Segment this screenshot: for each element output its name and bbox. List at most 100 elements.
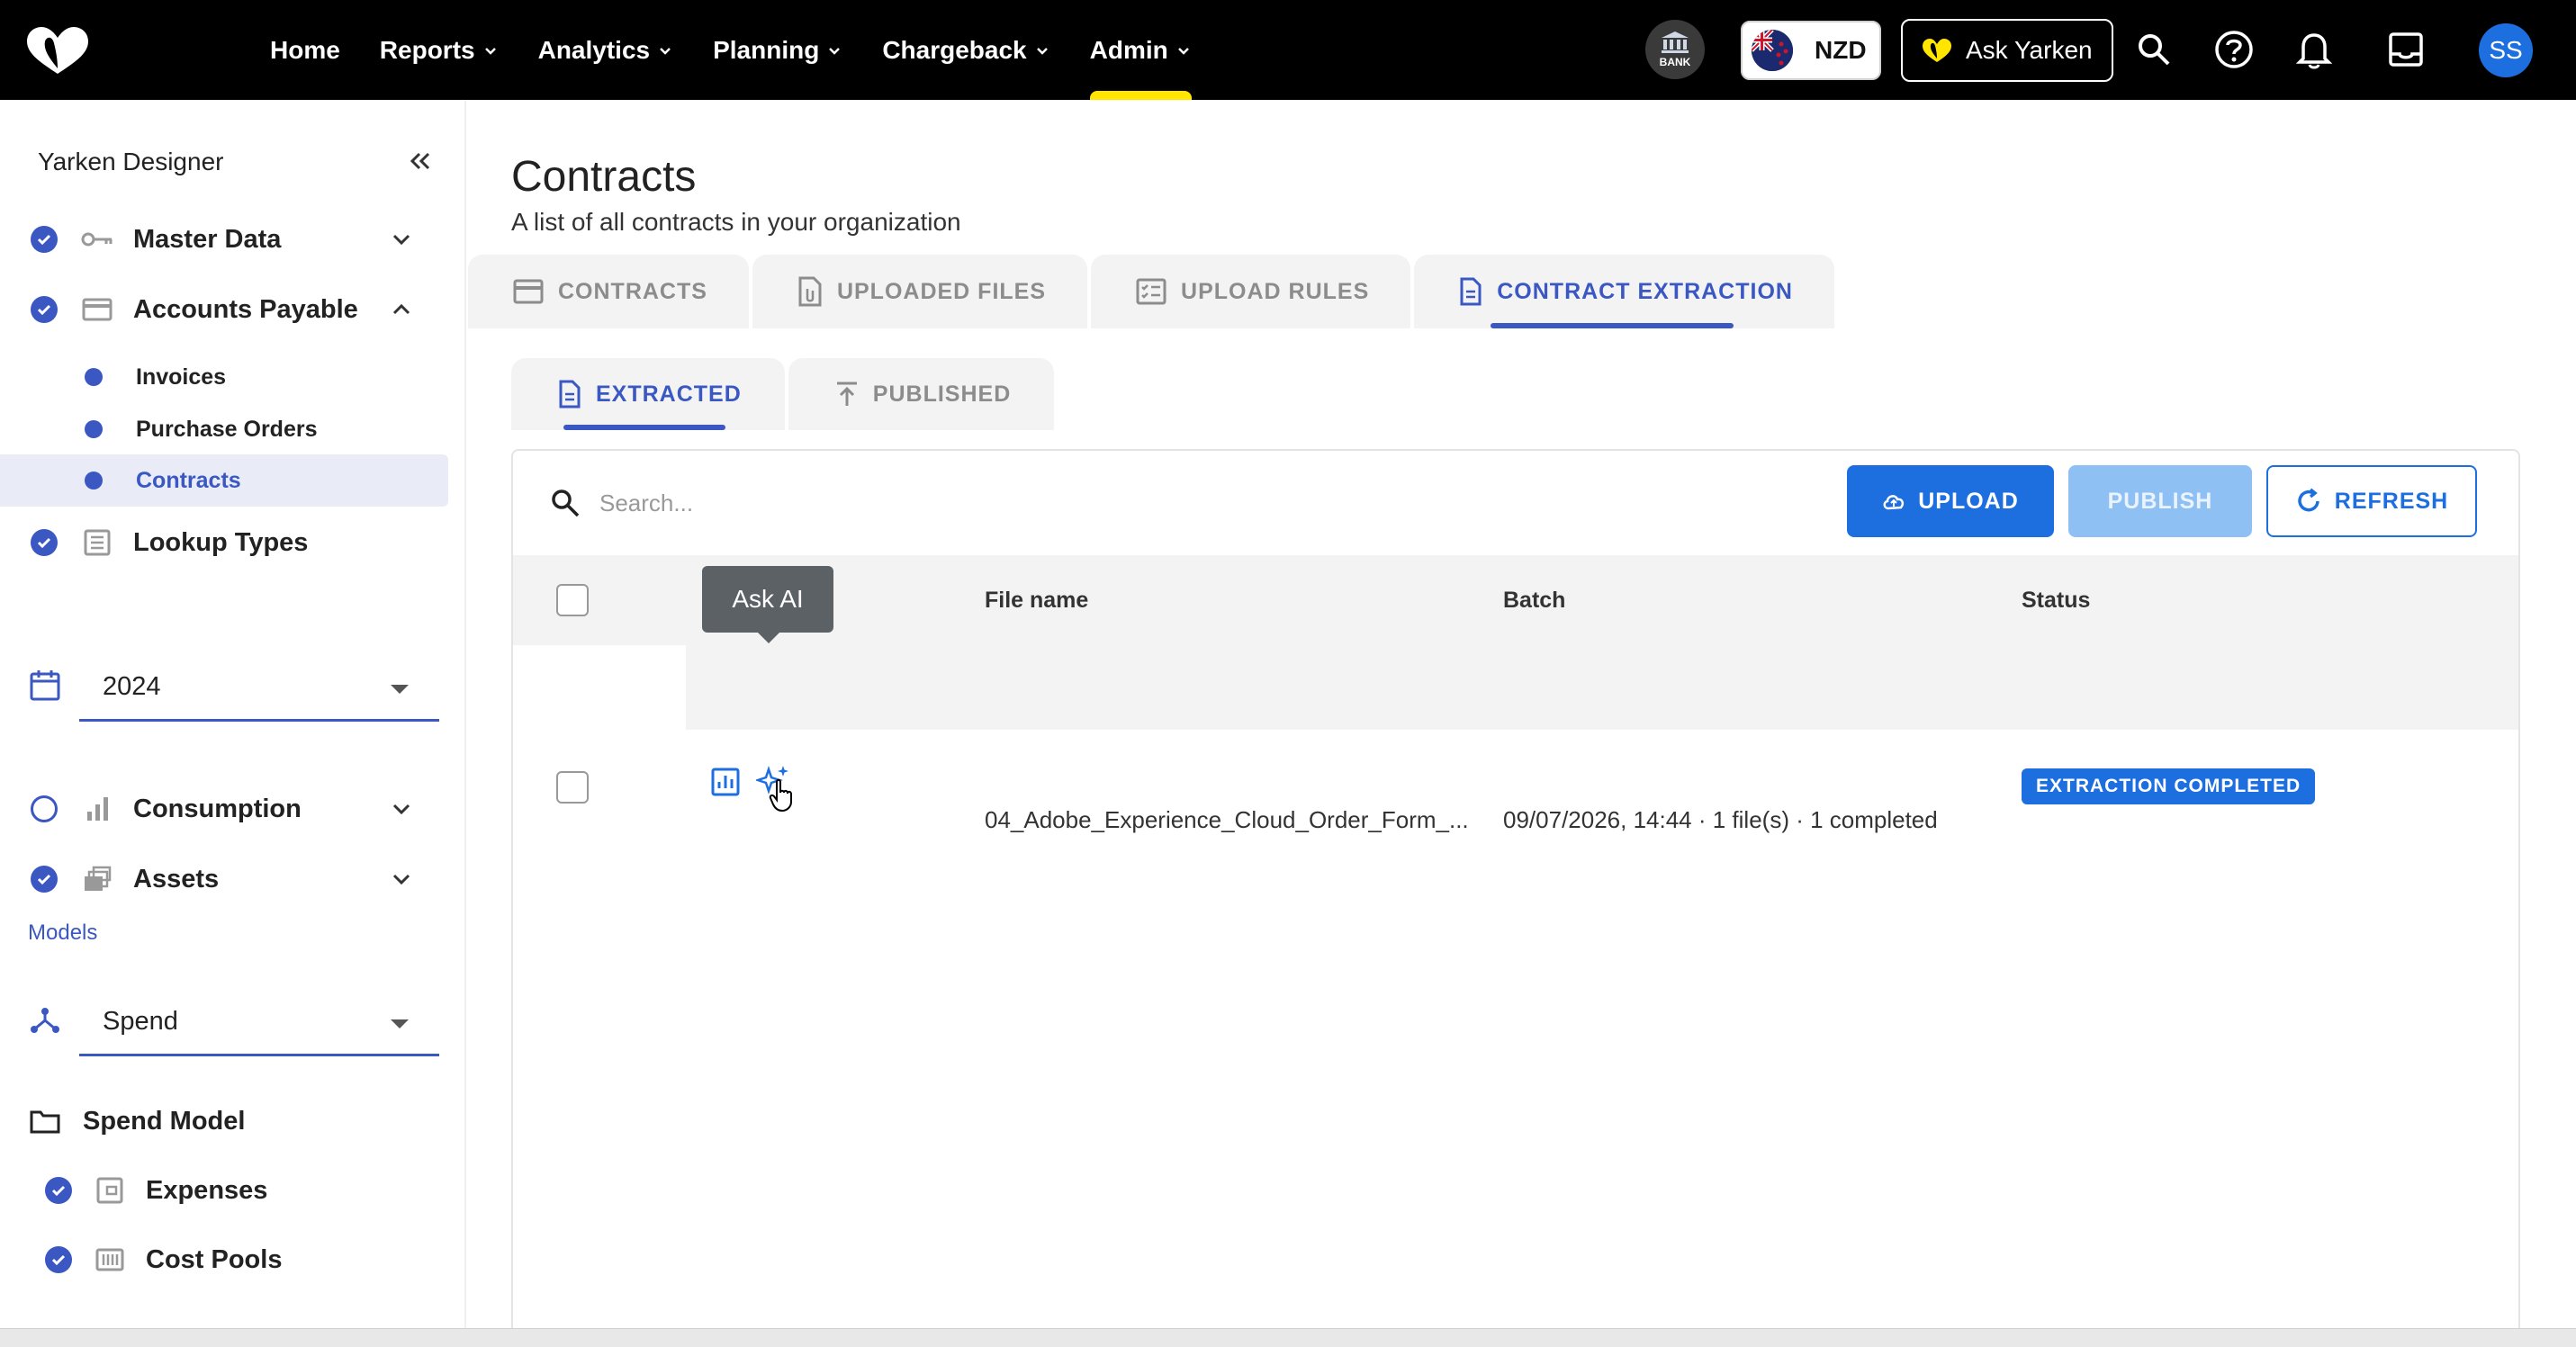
model-select-value: Spend xyxy=(103,1007,178,1036)
status-badge: EXTRACTION COMPLETED xyxy=(2022,768,2316,804)
document-icon xyxy=(559,380,581,409)
year-select[interactable]: 2024 xyxy=(79,658,439,723)
chevron-down-icon[interactable] xyxy=(389,796,414,822)
column-header-batch[interactable]: Batch xyxy=(1503,588,1565,614)
cost-pool-icon xyxy=(94,1244,126,1276)
sidebar-item-spend-model[interactable]: Spend Model xyxy=(0,1099,464,1144)
tab-label: CONTRACT EXTRACTION xyxy=(1497,278,1793,304)
nav-home[interactable]: Home xyxy=(270,0,340,100)
sidebar-item-lookup-types[interactable]: Lookup Types xyxy=(0,520,464,565)
nav-chargeback[interactable]: Chargeback xyxy=(882,0,1049,100)
tab-uploaded-files[interactable]: UPLOADED FILES xyxy=(752,255,1088,328)
check-circle-icon xyxy=(45,1246,72,1273)
sidebar-item-contracts[interactable]: Contracts xyxy=(0,458,464,503)
search-icon[interactable] xyxy=(2131,27,2176,72)
main-nav: Home Reports Analytics Planning Chargeba… xyxy=(250,0,1211,100)
user-avatar[interactable]: SS xyxy=(2479,23,2533,77)
cloud-upload-icon xyxy=(1883,495,1905,510)
bank-button[interactable]: BANK xyxy=(1645,20,1705,79)
chevron-down-icon[interactable] xyxy=(389,867,414,892)
chevron-down-icon[interactable] xyxy=(389,227,414,252)
subtab-published[interactable]: PUBLISHED xyxy=(788,358,1055,430)
sidebar-item-label: Expenses xyxy=(146,1175,268,1205)
refresh-button-label: REFRESH xyxy=(2334,488,2449,514)
dropdown-caret-icon xyxy=(391,1019,409,1028)
chevron-up-icon[interactable] xyxy=(389,297,414,322)
batch-cell: 09/07/2026, 14:44 · 1 file(s) · 1 comple… xyxy=(1503,806,1938,833)
page-subtitle: A list of all contracts in your organiza… xyxy=(511,208,961,236)
currency-selector[interactable]: NZD xyxy=(1741,21,1881,80)
sidebar-item-expenses[interactable]: Expenses xyxy=(0,1168,464,1213)
collapse-sidebar-icon[interactable] xyxy=(405,147,434,175)
chevron-down-icon xyxy=(1177,47,1189,55)
nav-planning-label: Planning xyxy=(713,35,820,64)
nav-reports[interactable]: Reports xyxy=(380,0,499,100)
search-input[interactable] xyxy=(599,481,1229,525)
check-circle-icon xyxy=(31,226,58,253)
column-header-status[interactable]: Status xyxy=(2022,588,2090,614)
stack-icon xyxy=(81,863,113,895)
subtab-extracted[interactable]: EXTRACTED xyxy=(511,358,785,430)
yarken-logo-icon[interactable] xyxy=(23,23,92,77)
nav-reports-label: Reports xyxy=(379,35,475,64)
upload-button[interactable]: UPLOAD xyxy=(1847,465,2054,537)
nav-planning[interactable]: Planning xyxy=(713,0,842,100)
bank-icon xyxy=(1662,31,1689,53)
nav-admin-label: Admin xyxy=(1089,35,1168,64)
tab-upload-rules[interactable]: UPLOAD RULES xyxy=(1091,255,1411,328)
sidebar-item-label: Invoices xyxy=(136,364,227,390)
chevron-down-icon xyxy=(1036,47,1048,55)
select-all-checkbox[interactable] xyxy=(556,584,589,616)
nav-analytics[interactable]: Analytics xyxy=(538,0,674,100)
empty-circle-icon xyxy=(31,795,58,822)
publish-button[interactable]: PUBLISH xyxy=(2068,465,2252,537)
tab-label: CONTRACTS xyxy=(558,278,707,304)
refresh-button[interactable]: REFRESH xyxy=(2266,465,2477,537)
sidebar-item-consumption[interactable]: Consumption xyxy=(0,786,464,831)
credit-card-icon xyxy=(81,293,113,326)
sidebar-item-label: Contracts xyxy=(136,467,241,493)
row-checkbox[interactable] xyxy=(556,771,589,804)
table-row-background xyxy=(686,645,2518,730)
currency-label: NZD xyxy=(1815,36,1867,64)
sidebar-item-accounts-payable[interactable]: Accounts Payable xyxy=(0,287,464,332)
model-select[interactable]: Spend xyxy=(79,992,439,1057)
sidebar-item-invoices[interactable]: Invoices xyxy=(0,355,464,400)
tab-contracts[interactable]: CONTRACTS xyxy=(468,255,749,328)
bullet-dot-icon xyxy=(85,420,103,438)
sidebar-item-purchase-orders[interactable]: Purchase Orders xyxy=(0,407,464,452)
sidebar-item-label: Accounts Payable xyxy=(133,294,358,324)
tab-bar: CONTRACTS UPLOADED FILES UPLOAD RULES CO… xyxy=(468,255,1838,328)
key-icon xyxy=(81,223,113,256)
sidebar-item-label: Master Data xyxy=(133,224,282,254)
tab-contract-extraction[interactable]: CONTRACT EXTRACTION xyxy=(1414,255,1834,328)
sidebar-item-label: Consumption xyxy=(133,794,302,823)
file-name-cell[interactable]: 04_Adobe_Experience_Cloud_Order_Form_... xyxy=(985,806,1469,834)
nz-flag-icon xyxy=(1752,30,1793,71)
sidebar-item-label: Cost Pools xyxy=(146,1244,283,1274)
check-circle-icon xyxy=(31,296,58,323)
chevron-down-icon xyxy=(660,47,671,55)
notification-bell-icon[interactable] xyxy=(2292,27,2337,72)
model-hierarchy-icon xyxy=(29,1003,61,1036)
bullet-dot-icon xyxy=(85,471,103,489)
sidebar-item-cost-pools[interactable]: Cost Pools xyxy=(0,1237,464,1282)
report-chart-icon[interactable] xyxy=(711,768,740,796)
column-header-file-name[interactable]: File name xyxy=(985,588,1088,614)
ask-yarken-button[interactable]: Ask Yarken xyxy=(1901,19,2113,82)
bullet-dot-icon xyxy=(85,368,103,386)
models-section-label: Models xyxy=(28,920,98,945)
tab-label: UPLOAD RULES xyxy=(1181,278,1370,304)
nav-chargeback-label: Chargeback xyxy=(882,35,1027,64)
sidebar-item-master-data[interactable]: Master Data xyxy=(0,217,464,262)
help-icon[interactable] xyxy=(2211,27,2256,72)
select-underline xyxy=(79,1054,439,1056)
sidebar-item-assets[interactable]: Assets xyxy=(0,857,464,902)
nav-admin[interactable]: Admin xyxy=(1089,0,1192,100)
inbox-icon[interactable] xyxy=(2383,27,2428,72)
publish-button-label: PUBLISH xyxy=(2107,488,2213,514)
subtab-label: EXTRACTED xyxy=(596,381,742,407)
subtab-bar: EXTRACTED PUBLISHED xyxy=(511,358,1058,430)
bottom-status-bar xyxy=(0,1328,2576,1347)
check-circle-icon xyxy=(31,866,58,893)
